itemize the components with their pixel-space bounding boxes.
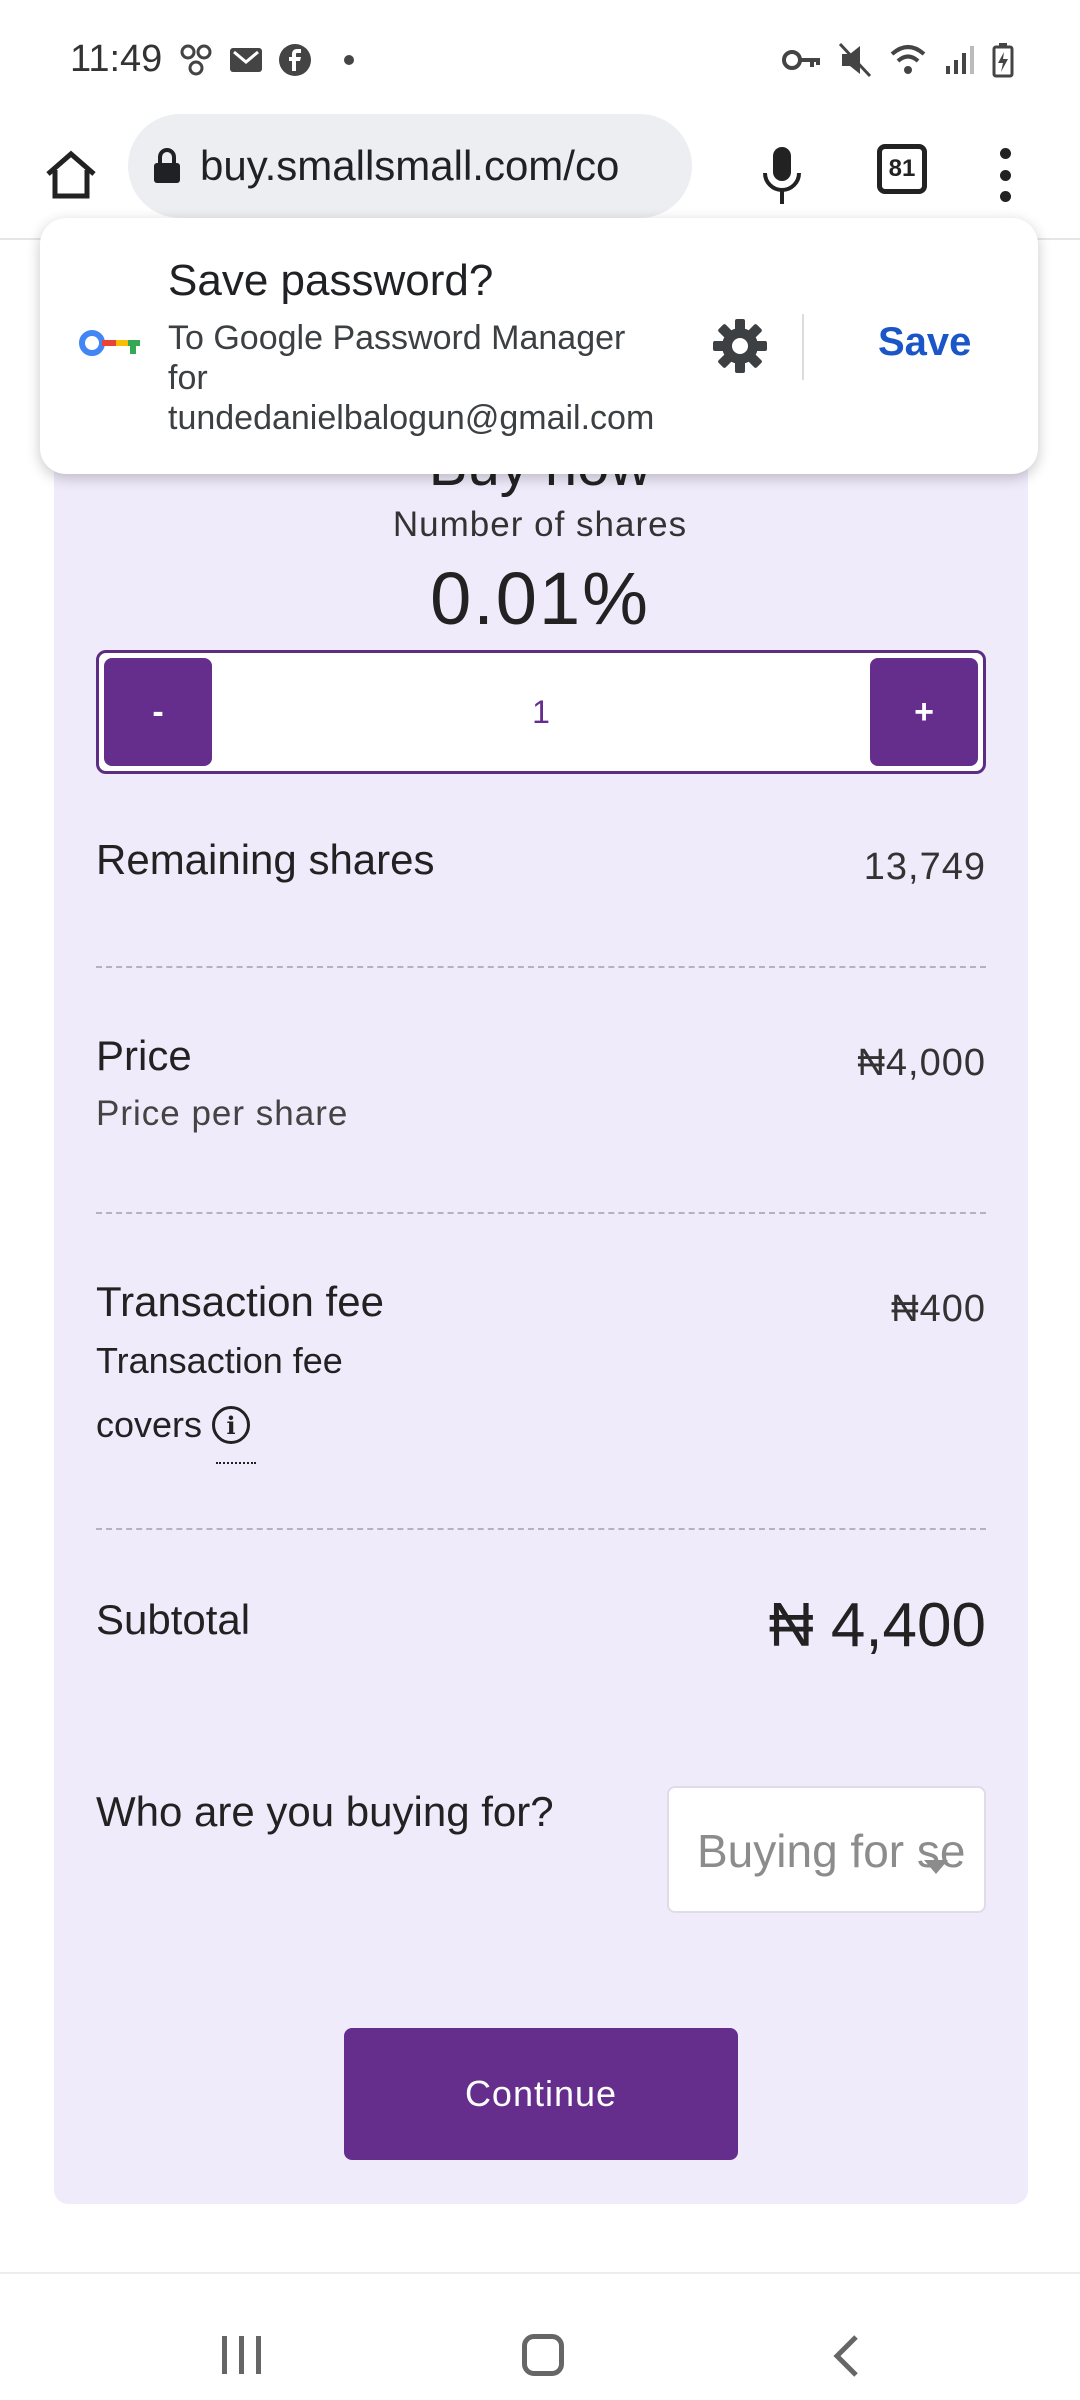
google-password-key-icon [79,330,140,356]
price-value: ₦4,000 [857,1042,986,1084]
save-password-popup: Save password? To Google Password Manage… [40,218,1038,474]
recent-apps-icon [222,2336,227,2374]
transaction-fee-label: Transaction fee [96,1278,384,1325]
system-nav-bar [0,2272,1080,2400]
gear-icon[interactable] [710,316,770,376]
system-icons [782,42,1014,78]
decrement-button[interactable]: - [104,658,212,766]
url-text: buy.smallsmall.com/co [200,142,620,189]
browser-menu-button[interactable] [990,140,1020,210]
recent-apps-icon [256,2336,261,2374]
remaining-shares-label: Remaining shares [96,836,435,883]
info-underline [216,1462,256,1464]
mute-icon [838,42,872,78]
divider [96,966,986,968]
microphone-icon [763,147,801,204]
info-icon[interactable]: i [212,1406,251,1445]
gmail-icon [230,48,262,72]
price-sub-label: Price per share [96,1094,349,1133]
increment-button[interactable]: + [870,658,978,766]
shares-label: Number of shares [392,505,688,544]
voice-search-button[interactable] [752,136,812,216]
menu-dot [999,191,1011,202]
buying-for-select[interactable]: Buying for se [667,1786,986,1913]
facebook-icon [279,44,311,76]
transaction-fee-sub-label: Transaction fee [96,1340,343,1381]
signal-icon [946,46,974,74]
popup-subtitle-line: for [168,359,208,397]
menu-dot [999,169,1011,181]
buying-for-label: Who are you buying for? [96,1788,554,1835]
fee-covers-line: covers i [96,1404,251,1446]
ownership-percent: 0.01% [430,557,650,640]
menu-dot [999,148,1011,159]
popup-subtitle-line: To Google Password Manager [168,319,626,357]
quantity-input[interactable]: 1 [219,653,863,771]
lock-icon [154,148,180,183]
transaction-fee-value: ₦400 [891,1288,986,1330]
popup-title: Save password? [168,256,494,305]
address-bar[interactable]: buy.smallsmall.com/co [128,114,692,218]
home-button[interactable] [36,140,106,210]
divider [96,1528,986,1530]
status-time: 11:49 [70,38,163,80]
recent-apps-icon [239,2336,244,2374]
subtotal-label: Subtotal [96,1596,251,1643]
tab-switcher-button[interactable]: 81 [877,144,927,194]
subtotal-value: ₦ 4,400 [768,1591,986,1660]
recent-apps-button[interactable] [222,2336,261,2374]
price-label: Price [96,1032,192,1079]
flower-notification-icon [180,44,212,76]
status-bar: 11:49 [0,0,1080,120]
popup-subtitle: To Google Password Manager for tundedani… [168,318,668,438]
back-icon[interactable] [832,2334,860,2378]
divider [96,1212,986,1214]
fee-covers-label: covers [96,1404,203,1445]
chevron-down-icon [924,1860,948,1874]
home-icon [46,150,96,199]
more-notifications-dot [344,55,354,65]
remaining-shares-value: 13,749 [863,846,986,888]
continue-button[interactable]: Continue [344,2028,738,2160]
wifi-icon [890,45,926,74]
popup-account-email: tundedanielbalogun@gmail.com [168,399,655,437]
battery-charging-icon [992,43,1014,78]
home-nav-button[interactable] [522,2334,564,2376]
key-icon [782,50,820,70]
popup-separator [802,314,804,380]
quantity-stepper: - 1 + [96,650,986,774]
notification-icons [178,42,354,78]
save-password-button[interactable]: Save [878,320,971,365]
